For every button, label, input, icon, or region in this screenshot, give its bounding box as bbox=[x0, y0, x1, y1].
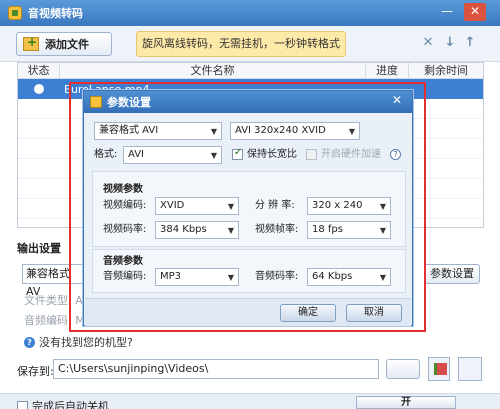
framerate-value: 18 fps bbox=[312, 224, 343, 235]
column-header-remaining[interactable]: 剩余时间 bbox=[409, 63, 483, 78]
audio-params-title: 音频参数 bbox=[103, 256, 143, 267]
save-path-input[interactable]: C:\Users\sunjinping\Videos\ bbox=[53, 359, 379, 379]
promo-banner[interactable]: 旋风离线转码，无需挂机，一秒钟转格式 bbox=[136, 31, 346, 57]
help-icon: ? bbox=[24, 336, 35, 348]
audio-codec-select[interactable]: MP3 ▼ bbox=[155, 268, 239, 286]
framerate-label: 视频帧率: bbox=[255, 224, 299, 235]
column-header-filename[interactable]: 文件名称 bbox=[60, 63, 366, 78]
video-bitrate-value: 384 Kbps bbox=[160, 224, 207, 235]
help-icon[interactable]: ? bbox=[390, 149, 401, 160]
device-not-found-link[interactable]: ? 没有找到您的机型? bbox=[24, 334, 133, 350]
framerate-select[interactable]: 18 fps ▼ bbox=[307, 221, 391, 239]
auto-shutdown-checkbox[interactable] bbox=[17, 400, 28, 409]
close-icon[interactable]: ✕ bbox=[464, 3, 486, 21]
resolution-select[interactable]: 320 x 240 ▼ bbox=[307, 197, 391, 215]
column-header-status[interactable]: 状态 bbox=[18, 63, 60, 78]
preset-select[interactable]: 兼容格式 AVI ▼ bbox=[94, 122, 222, 140]
add-file-icon bbox=[23, 35, 39, 51]
toolbar: 添加文件 旋风离线转码，无需挂机，一秒钟转格式 ✕ ↓ ↑ bbox=[0, 26, 500, 62]
video-codec-label: 视频编码: bbox=[103, 200, 147, 211]
file-type-label: 文件类型: AV bbox=[24, 294, 90, 307]
browse-button[interactable] bbox=[386, 359, 420, 379]
keep-aspect-checkbox[interactable] bbox=[232, 147, 243, 160]
dialog-titlebar: 参数设置 ✕ bbox=[84, 91, 412, 113]
output-preset-select[interactable]: 兼容格式 AV bbox=[22, 264, 84, 298]
file-list-header: 状态 文件名称 进度 剩余时间 bbox=[18, 63, 483, 79]
chevron-down-icon: ▼ bbox=[379, 226, 386, 235]
save-to-label: 保存到: bbox=[17, 365, 54, 378]
chevron-down-icon: ▼ bbox=[227, 273, 234, 282]
chevron-down-icon: ▼ bbox=[227, 202, 234, 211]
dialog-close-icon[interactable]: ✕ bbox=[386, 93, 408, 109]
move-up-icon[interactable]: ↑ bbox=[463, 36, 477, 50]
chevron-down-icon: ▼ bbox=[210, 127, 217, 136]
add-file-label: 添加文件 bbox=[45, 38, 89, 51]
hw-accel-label: 开启硬件加速 bbox=[321, 149, 381, 160]
folder-icon[interactable] bbox=[428, 357, 450, 381]
dialog-app-icon bbox=[90, 96, 102, 108]
auto-shutdown-option[interactable]: 完成后自动关机 bbox=[17, 398, 109, 409]
cancel-button[interactable]: 取消 bbox=[346, 304, 402, 322]
delete-icon[interactable]: ✕ bbox=[421, 36, 435, 50]
format-label: 格式: bbox=[94, 149, 118, 160]
video-params-group: 视频参数 视频编码: XVID ▼ 分 辨 率: 320 x 240 ▼ 视频码… bbox=[92, 171, 406, 247]
auto-shutdown-label: 完成后自动关机 bbox=[32, 400, 109, 409]
param-settings-button[interactable]: 参数设置 bbox=[424, 264, 480, 284]
resolution-preset-value: AVI 320x240 XVID bbox=[235, 125, 326, 136]
audio-codec-label: 音频编码: bbox=[103, 271, 147, 282]
device-not-found-text: 没有找到您的机型? bbox=[39, 336, 133, 349]
chevron-down-icon: ▼ bbox=[379, 202, 386, 211]
video-codec-select[interactable]: XVID ▼ bbox=[155, 197, 239, 215]
video-params-title: 视频参数 bbox=[103, 184, 143, 195]
column-header-progress[interactable]: 进度 bbox=[366, 63, 409, 78]
chevron-down-icon: ▼ bbox=[227, 226, 234, 235]
format-select[interactable]: AVI ▼ bbox=[123, 146, 222, 164]
chevron-down-icon: ▼ bbox=[348, 127, 355, 136]
param-settings-dialog: 参数设置 ✕ 兼容格式 AVI ▼ AVI 320x240 XVID ▼ 格式:… bbox=[83, 90, 413, 326]
minimize-icon[interactable]: — bbox=[436, 3, 458, 21]
status-icon bbox=[18, 84, 60, 94]
video-bitrate-label: 视频码率: bbox=[103, 224, 147, 235]
audio-params-group: 音频参数 音频编码: MP3 ▼ 音频码率: 64 Kbps ▼ bbox=[92, 249, 406, 293]
window-title: 音视频转码 bbox=[28, 7, 83, 20]
app-logo-icon bbox=[8, 6, 22, 20]
audio-codec-value: MP3 bbox=[160, 271, 182, 282]
format-select-value: AVI bbox=[128, 149, 144, 160]
audio-encoding-label: 音频编码: MP bbox=[24, 314, 92, 327]
audio-bitrate-select[interactable]: 64 Kbps ▼ bbox=[307, 268, 391, 286]
move-down-icon[interactable]: ↓ bbox=[443, 36, 457, 50]
dialog-title: 参数设置 bbox=[107, 96, 151, 109]
hw-accel-checkbox[interactable] bbox=[306, 149, 317, 160]
open-folder-button[interactable] bbox=[458, 357, 482, 381]
main-titlebar: 音视频转码 — ✕ bbox=[0, 0, 500, 26]
resolution-value: 320 x 240 bbox=[312, 200, 363, 211]
output-settings-label: 输出设置 bbox=[17, 242, 61, 255]
add-file-button[interactable]: 添加文件 bbox=[16, 32, 112, 56]
chevron-down-icon: ▼ bbox=[210, 151, 217, 160]
keep-aspect-label: 保持长宽比 bbox=[247, 149, 297, 160]
audio-bitrate-value: 64 Kbps bbox=[312, 271, 353, 282]
chevron-down-icon: ▼ bbox=[379, 273, 386, 282]
start-button[interactable]: 开 bbox=[356, 396, 456, 409]
ok-button[interactable]: 确定 bbox=[280, 304, 336, 322]
video-bitrate-select[interactable]: 384 Kbps ▼ bbox=[155, 221, 239, 239]
preset-select-value: 兼容格式 AVI bbox=[99, 125, 159, 136]
audio-bitrate-label: 音频码率: bbox=[255, 271, 299, 282]
video-codec-value: XVID bbox=[160, 200, 185, 211]
resolution-label: 分 辨 率: bbox=[255, 200, 295, 211]
resolution-preset-select[interactable]: AVI 320x240 XVID ▼ bbox=[230, 122, 360, 140]
